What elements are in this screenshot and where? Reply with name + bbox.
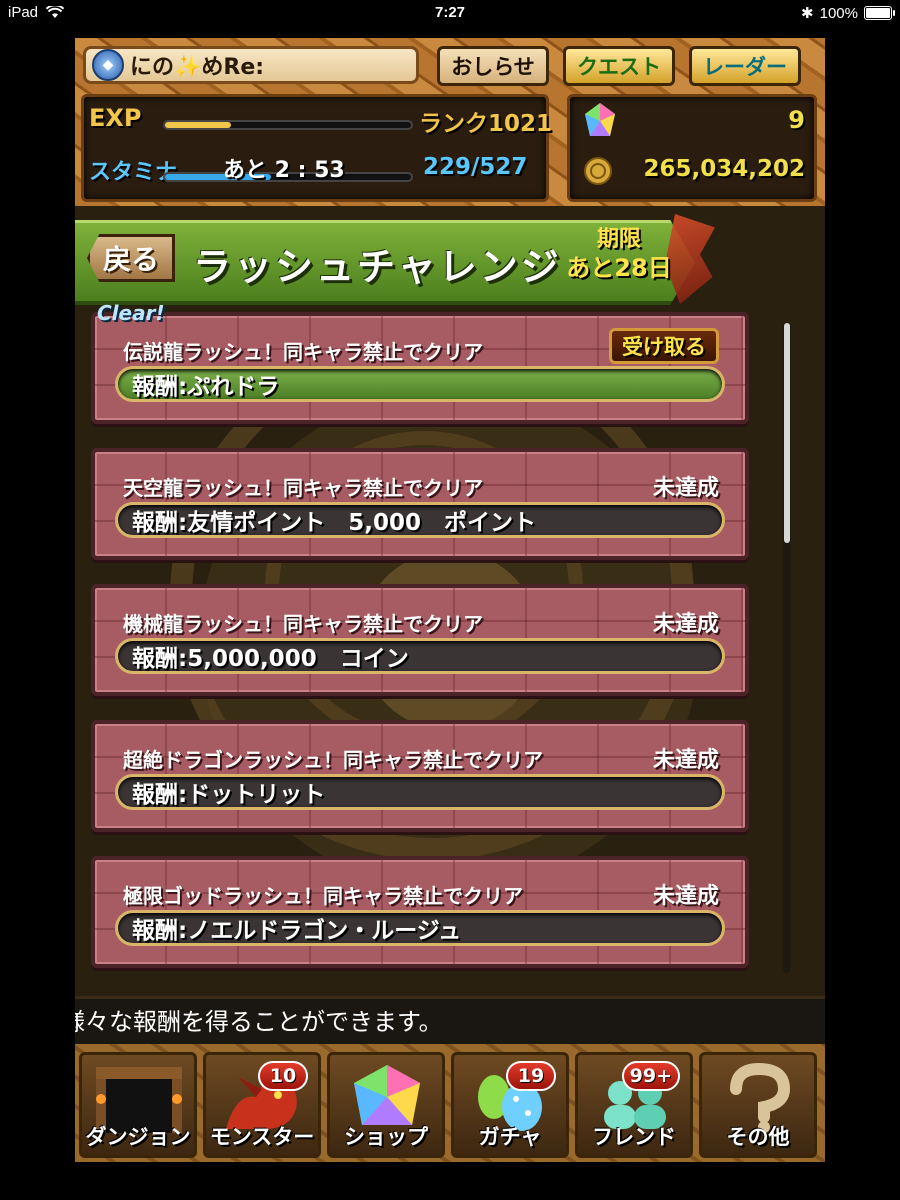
challenge-title: 超絶ドラゴンラッシュ！同キャラ禁止でクリア — [123, 748, 543, 772]
challenge-reward: 報酬:5,000,000 コイン — [115, 638, 725, 674]
nav-label: その他 — [726, 1125, 790, 1149]
magic-stone-icon — [585, 103, 615, 136]
deadline-value: あと28日 — [566, 254, 672, 282]
challenge-status: 未達成 — [652, 748, 719, 773]
monster-count-badge: 10 — [258, 1061, 308, 1091]
challenge-status: 未達成 — [652, 476, 719, 501]
stamina-value: 229/527 — [423, 154, 528, 180]
challenge-reward: 報酬:ドットリット — [115, 774, 725, 810]
page-title: ラッシュチャレンジ — [193, 245, 562, 289]
receive-reward-button[interactable]: 受け取る — [609, 328, 719, 364]
scrollbar-thumb[interactable] — [784, 323, 790, 543]
challenge-reward: 報酬:ノエルドラゴン・ルージュ — [115, 910, 725, 946]
list-scrollbar[interactable] — [783, 323, 791, 973]
top-info-bar: ◆ にの✨めRe: おしらせ クエスト レーダー EXP ランク1021 スタミ… — [75, 38, 825, 206]
player-name-box[interactable]: ◆ にの✨めRe: — [83, 46, 419, 84]
challenge-status: 未達成 — [652, 612, 719, 637]
player-rank-icon: ◆ — [92, 49, 124, 81]
challenge-reward: 報酬:ぷれドラ — [115, 366, 725, 402]
ios-status-bar: iPad 7:27 ✱ 100% — [0, 0, 900, 26]
coin-icon — [584, 157, 612, 185]
challenge-card[interactable]: 極限ゴッドラッシュ！同キャラ禁止でクリア 未達成 報酬:ノエルドラゴン・ルージュ — [91, 856, 749, 968]
battery-percent: 100% — [819, 4, 858, 22]
player-name: にの✨めRe: — [130, 55, 265, 80]
info-message: 様々な報酬を得ることができます。 — [75, 996, 825, 1047]
nav-friend[interactable]: 99+ フレンド — [575, 1052, 693, 1158]
clear-badge: Clear! — [97, 301, 165, 325]
friend-count-badge: 99+ — [621, 1061, 680, 1091]
challenge-card[interactable]: 機械龍ラッシュ！同キャラ禁止でクリア 未達成 報酬:5,000,000 コイン — [91, 584, 749, 696]
challenge-card[interactable]: 天空龍ラッシュ！同キャラ禁止でクリア 未達成 報酬:友情ポイント 5,000 ポ… — [91, 448, 749, 560]
nav-label: ガチャ — [478, 1125, 542, 1149]
battery-icon — [864, 6, 895, 20]
challenge-card[interactable]: 伝説龍ラッシュ！同キャラ禁止でクリア 受け取る 報酬:ぷれドラ — [91, 312, 749, 424]
exp-bar — [163, 120, 413, 130]
coin-count: 265,034,202 — [643, 156, 805, 182]
nav-monster[interactable]: 10 モンスター — [203, 1052, 321, 1158]
challenge-status: 未達成 — [652, 884, 719, 909]
bottom-navigation: ダンジョン 10 モンスター ショップ 19 ガチャ 99+ フレンド その他 — [75, 1044, 825, 1162]
rank-label: ランク1021 — [419, 111, 553, 137]
radar-button[interactable]: レーダー — [689, 46, 801, 86]
nav-label: モンスター — [209, 1125, 315, 1149]
nav-label: フレンド — [592, 1125, 676, 1149]
news-button[interactable]: おしらせ — [437, 46, 549, 86]
gacha-count-badge: 19 — [506, 1061, 556, 1091]
info-message-text: 様々な報酬を得ることができます。 — [75, 1008, 443, 1036]
magic-stone-count: 9 — [788, 106, 805, 134]
nav-label: ショップ — [344, 1125, 428, 1149]
challenge-reward: 報酬:友情ポイント 5,000 ポイント — [115, 502, 725, 538]
deadline-label: 期限 — [596, 227, 641, 252]
challenge-title: 伝説龍ラッシュ！同キャラ禁止でクリア — [123, 340, 483, 364]
quest-button[interactable]: クエスト — [563, 46, 675, 86]
game-screen: ◆ にの✨めRe: おしらせ クエスト レーダー EXP ランク1021 スタミ… — [75, 38, 825, 1162]
challenge-title: 極限ゴッドラッシュ！同キャラ禁止でクリア — [123, 884, 523, 908]
exp-label: EXP — [89, 104, 142, 132]
back-button[interactable]: 戻る — [87, 234, 175, 282]
stamina-timer: あと 2 : 53 — [223, 158, 345, 183]
nav-shop[interactable]: ショップ — [327, 1052, 445, 1158]
challenge-card[interactable]: 超絶ドラゴンラッシュ！同キャラ禁止でクリア 未達成 報酬:ドットリット — [91, 720, 749, 832]
challenge-title: 天空龍ラッシュ！同キャラ禁止でクリア — [123, 476, 483, 500]
nav-other[interactable]: その他 — [699, 1052, 817, 1158]
bluetooth-icon: ✱ — [801, 5, 814, 22]
clock: 7:27 — [434, 4, 466, 21]
nav-dungeon[interactable]: ダンジョン — [79, 1052, 197, 1158]
challenge-title: 機械龍ラッシュ！同キャラ禁止でクリア — [123, 612, 483, 636]
deadline-badge: 期限 あと28日 — [563, 226, 675, 282]
nav-gacha[interactable]: 19 ガチャ — [451, 1052, 569, 1158]
nav-label: ダンジョン — [85, 1125, 191, 1149]
stamina-label: スタミナ — [89, 160, 178, 185]
